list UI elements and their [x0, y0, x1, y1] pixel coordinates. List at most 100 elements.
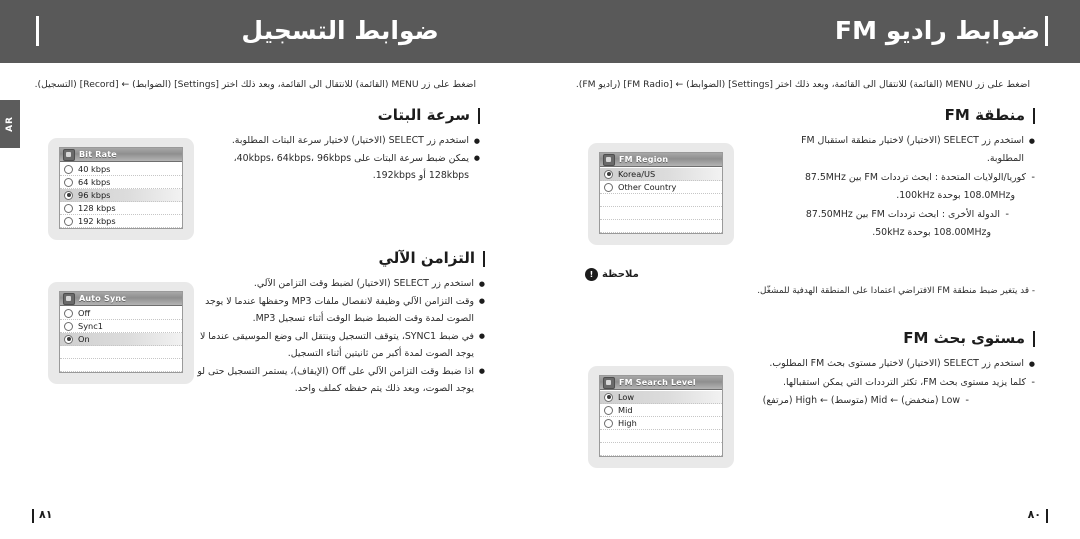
- list-item[interactable]: 128 kbps: [60, 202, 182, 215]
- list-item-empty: [600, 207, 722, 220]
- bullet-continuation: يوجد الصوت لمدة أكبر من ثانيتين أثناء ال…: [287, 348, 474, 359]
- section-title-bit-rate: سرعة البتات: [180, 105, 480, 125]
- fm-region-icon: [603, 153, 615, 166]
- list-item[interactable]: 64 kbps: [60, 176, 182, 189]
- list-item[interactable]: Mid: [600, 404, 722, 417]
- list-item-label: 64 kbps: [78, 177, 111, 187]
- lcd-screen-auto-sync: Auto Sync Off Sync1 On: [59, 291, 183, 373]
- radio-icon-selected[interactable]: [604, 392, 613, 402]
- lcd-option-list: 40 kbps 64 kbps 96 kbps 128 kbps 192 kbp…: [60, 162, 182, 228]
- list-item-label: Other Country: [618, 182, 677, 192]
- page-number-left: ٨١: [32, 508, 52, 523]
- bullet-dash: كوريا/الولايات المتحدة : ابحث ترددات FM …: [735, 170, 1035, 186]
- section-title-fm-search-level: مستوى بحث FM: [715, 328, 1035, 348]
- page-number-right: ٨٠: [1028, 508, 1049, 523]
- section-fm-region: منطقة FM استخدم زر SELECT (الاختيار) لاخ…: [735, 105, 1035, 243]
- list-item-label: High: [618, 418, 637, 428]
- language-tab-label: AR: [5, 116, 15, 132]
- section-bullets-fm-search-level: استخدم زر SELECT (الاختيار) لاختيار مستو…: [715, 357, 1035, 409]
- list-item-empty: [600, 443, 722, 456]
- list-item-empty: [600, 220, 722, 233]
- right-page-title: ضوابط راديو FM: [834, 16, 1040, 45]
- list-item-label: 96 kbps: [78, 190, 111, 200]
- list-item-label: Sync1: [78, 321, 103, 331]
- bitrate-icon: [63, 148, 75, 161]
- screenshot-auto-sync: Auto Sync Off Sync1 On: [48, 282, 194, 384]
- list-item-label: Off: [78, 308, 91, 318]
- bullet: يمكن ضبط سرعة البتات على 40kbps، 64kbps،…: [180, 151, 480, 167]
- lcd-title-text: Bit Rate: [79, 150, 117, 159]
- section-auto-sync: التزامن الآلي استخدم زر SELECT (الاختيار…: [175, 248, 485, 400]
- radio-icon[interactable]: [64, 203, 73, 213]
- list-item-selected[interactable]: On: [60, 333, 182, 346]
- radio-icon-selected[interactable]: [64, 334, 73, 344]
- bullet-dash: Low (منخفض) ← Mid (متوسط) ← High (مرتفع): [715, 393, 969, 409]
- screenshot-fm-search-level: FM Search Level Low Mid High: [588, 366, 734, 468]
- list-item[interactable]: Sync1: [60, 320, 182, 333]
- bullet-continuation: يوجد الصوت، وبعد ذلك يتم حفظه كملف واحد.: [294, 383, 474, 394]
- right-header-rule: [1045, 16, 1048, 46]
- list-item-selected[interactable]: 96 kbps: [60, 189, 182, 202]
- radio-icon[interactable]: [64, 164, 73, 174]
- lcd-option-list: Low Mid High: [600, 390, 722, 456]
- bullet-continuation: 128kbps أو 192kbps.: [372, 170, 469, 181]
- language-tab-ar: AR: [0, 100, 20, 148]
- lcd-screen-fm-search-level: FM Search Level Low Mid High: [599, 375, 723, 457]
- right-page: ضوابط راديو FM اضغط على زر MENU (القائمة…: [540, 0, 1080, 539]
- list-item[interactable]: High: [600, 417, 722, 430]
- list-item-selected[interactable]: Low: [600, 391, 722, 404]
- section-bullets-auto-sync: استخدم زر SELECT (الاختيار) لضبط وقت الت…: [175, 277, 485, 397]
- list-item-label: On: [78, 334, 90, 344]
- left-page: ضوابط التسجيل AR اضغط على زر MENU (القائ…: [0, 0, 540, 539]
- lcd-option-list: Korea/US Other Country: [600, 167, 722, 233]
- list-item-label: Korea/US: [618, 169, 656, 179]
- section-bullets-fm-region: استخدم زر SELECT (الاختيار) لاختيار منطق…: [735, 134, 1035, 240]
- list-item-empty: [600, 194, 722, 207]
- note-icon: !: [585, 268, 598, 281]
- list-item[interactable]: 192 kbps: [60, 215, 182, 228]
- section-fm-search-level: مستوى بحث FM استخدم زر SELECT (الاختيار)…: [715, 328, 1035, 412]
- bullet-continuation: المطلوبة.: [986, 152, 1024, 164]
- list-item-label: Low: [618, 392, 635, 402]
- radio-icon[interactable]: [64, 308, 73, 318]
- list-item[interactable]: Off: [60, 307, 182, 320]
- lcd-title-bar: Bit Rate: [60, 148, 182, 162]
- section-title-fm-region: منطقة FM: [735, 105, 1035, 125]
- radio-icon-selected[interactable]: [64, 190, 73, 200]
- bullet: اذا ضبط وقت التزامن الآلي على Off (الإيق…: [175, 364, 485, 380]
- note-heading: ملاحظة !: [585, 268, 1035, 281]
- bullet: في ضبط SYNC1، يتوقف التسجيل وينتقل الى و…: [175, 329, 485, 345]
- lcd-screen-fm-region: FM Region Korea/US Other Country: [599, 152, 723, 234]
- list-item-selected[interactable]: Korea/US: [600, 168, 722, 181]
- fm-search-level-icon: [603, 376, 615, 389]
- lcd-title-bar: FM Search Level: [600, 376, 722, 390]
- note-block: ملاحظة ! - قد يتغير ضبط منطقة FM الافترا…: [585, 268, 1035, 298]
- left-header-rule: [36, 16, 39, 46]
- list-item-label: 40 kbps: [78, 164, 111, 174]
- radio-icon[interactable]: [604, 182, 613, 192]
- bullet-dash: كلما يزيد مستوى بحث FM، تكثر الترددات ال…: [715, 375, 1035, 391]
- list-item-label: 128 kbps: [78, 203, 116, 213]
- left-page-intro: اضغط على زر MENU (القائمة) للانتقال الى …: [34, 79, 476, 90]
- bullet-dash: الدولة الأخرى : ابحث ترددات FM بين 87.50…: [735, 207, 1009, 223]
- lcd-title-text: FM Search Level: [619, 378, 696, 387]
- list-item[interactable]: Other Country: [600, 181, 722, 194]
- radio-icon[interactable]: [64, 177, 73, 187]
- note-label: ملاحظة: [602, 269, 639, 280]
- list-item-label: Mid: [618, 405, 633, 415]
- radio-icon[interactable]: [64, 216, 73, 226]
- radio-icon[interactable]: [64, 321, 73, 331]
- list-item-label: 192 kbps: [78, 216, 116, 226]
- lcd-option-list: Off Sync1 On: [60, 306, 182, 372]
- radio-icon[interactable]: [604, 405, 613, 415]
- radio-icon[interactable]: [604, 418, 613, 428]
- screenshot-bit-rate: Bit Rate 40 kbps 64 kbps 96 kbps 128 kbp…: [48, 138, 194, 240]
- radio-icon-selected[interactable]: [604, 169, 613, 179]
- lcd-title-text: FM Region: [619, 155, 669, 164]
- lcd-title-bar: FM Region: [600, 153, 722, 167]
- lcd-title-text: Auto Sync: [79, 294, 127, 303]
- bullet-continuation: و108.00MHz بوحدة 50kHz.: [872, 226, 991, 238]
- left-page-title: ضوابط التسجيل: [241, 16, 439, 45]
- list-item[interactable]: 40 kbps: [60, 163, 182, 176]
- bullet: استخدم زر SELECT (الاختيار) لاختيار مستو…: [715, 357, 1035, 372]
